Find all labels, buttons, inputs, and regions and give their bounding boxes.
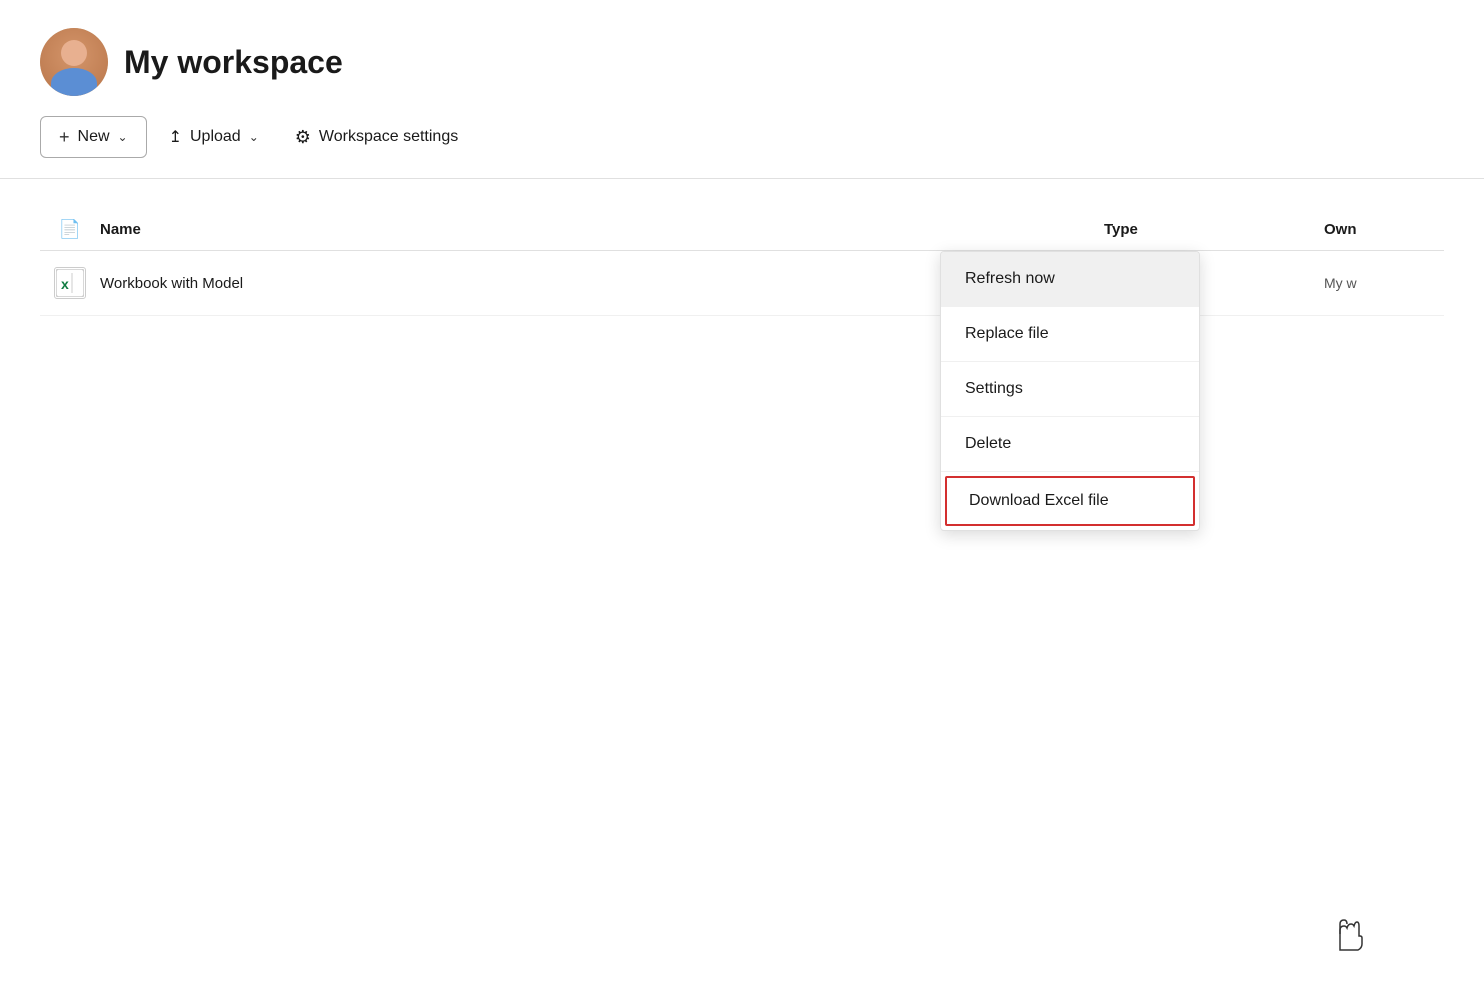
row-icon: x [40,267,100,299]
col-type-header: Type [1104,221,1324,238]
upload-chevron-icon: ⌄ [249,130,259,144]
row-name: Workbook with Model [100,275,1060,292]
table-header: 📄 Name Type Own [40,209,1444,251]
context-menu-item-delete[interactable]: Delete [941,417,1199,472]
chevron-down-icon: ⌄ [118,130,128,144]
hand-cursor [1332,914,1364,954]
col-name-header: Name [100,221,1104,238]
svg-text:x: x [61,276,69,292]
workspace-title: My workspace [124,44,343,81]
avatar-image [40,28,108,96]
row-owner: My w [1324,275,1444,291]
cursor-icon [1332,914,1364,961]
upload-icon: ↥ [169,127,182,147]
col-owner-header: Own [1324,221,1444,238]
header: My workspace + New ⌄ ↥ Upload ⌄ ⚙ Worksp… [0,0,1484,178]
workspace-settings-button[interactable]: ⚙ Workspace settings [281,116,472,158]
doc-icon: 📄 [59,219,81,240]
context-menu: Refresh now Replace file Settings Delete… [940,251,1200,531]
workspace-title-row: My workspace [40,28,1444,96]
table-container: 📄 Name Type Own x Workbook with Model ··… [0,179,1484,316]
upload-button[interactable]: ↥ Upload ⌄ [155,116,273,158]
avatar [40,28,108,96]
plus-icon: + [59,127,70,148]
context-menu-item-replace[interactable]: Replace file [941,307,1199,362]
gear-icon: ⚙ [295,127,311,148]
col-icon-header: 📄 [40,219,100,240]
excel-icon-svg: x [56,269,84,297]
excel-icon: x [54,267,86,299]
main-container: My workspace + New ⌄ ↥ Upload ⌄ ⚙ Worksp… [0,0,1484,981]
upload-label: Upload [190,128,241,146]
context-menu-item-refresh[interactable]: Refresh now [941,252,1199,307]
toolbar-row: + New ⌄ ↥ Upload ⌄ ⚙ Workspace settings [40,116,1444,158]
context-menu-item-download[interactable]: Download Excel file [945,476,1195,526]
table-row: x Workbook with Model ··· Workbook My w … [40,251,1444,316]
context-menu-item-settings[interactable]: Settings [941,362,1199,417]
workspace-settings-label: Workspace settings [319,128,458,146]
new-label: New [78,128,110,146]
new-button[interactable]: + New ⌄ [40,116,147,158]
